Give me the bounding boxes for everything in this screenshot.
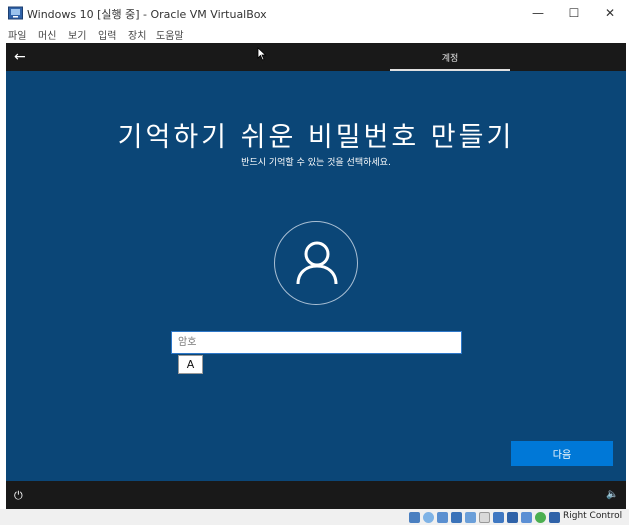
menu-machine[interactable]: 머신 (38, 27, 56, 42)
password-input[interactable] (171, 331, 462, 354)
oobe-bottom-bar: ⏻ 🔈 (6, 481, 626, 509)
menu-devices[interactable]: 장치 (128, 27, 146, 42)
volume-icon[interactable]: 🔈 (606, 489, 618, 500)
oobe-panel: 기억하기 쉬운 비밀번호 만들기 반드시 기억할 수 있는 것을 선택하세요. … (6, 71, 626, 481)
next-button[interactable]: 다음 (511, 441, 613, 466)
close-button[interactable]: ✕ (592, 0, 628, 26)
avatar (274, 221, 358, 305)
menu-file[interactable]: 파일 (8, 27, 26, 42)
page-subtitle: 반드시 기억할 수 있는 것을 선택하세요. (241, 158, 391, 168)
optical-drive-icon[interactable] (423, 512, 434, 523)
ime-mode-indicator[interactable]: A (178, 355, 203, 374)
virtualbox-app-icon (8, 6, 23, 20)
menu-input[interactable]: 입력 (98, 27, 116, 42)
menu-view[interactable]: 보기 (68, 27, 86, 42)
user-icon (296, 241, 338, 285)
host-key-label: Right Control (563, 511, 623, 521)
shared-folder-icon[interactable] (479, 512, 490, 523)
oobe-top-bar: ← 계정 (6, 43, 626, 71)
window-title: Windows 10 [실행 중] - Oracle VM VirtualBox (27, 8, 267, 21)
hard-disk-icon[interactable] (409, 512, 420, 523)
back-arrow-icon[interactable]: ← (14, 49, 26, 65)
usb-icon[interactable] (465, 512, 476, 523)
power-icon[interactable]: ⏻ (14, 489, 23, 503)
mouse-cursor-icon (257, 47, 267, 61)
network-icon[interactable] (451, 512, 462, 523)
virtualbox-window: Windows 10 [실행 중] - Oracle VM VirtualBox… (0, 0, 629, 525)
minimize-button[interactable]: — (520, 0, 556, 26)
tab-account: 계정 (441, 53, 459, 64)
menu-bar: 파일 머신 보기 입력 장치 도움말 (0, 26, 629, 42)
menu-help[interactable]: 도움말 (156, 27, 184, 42)
maximize-button[interactable]: ☐ (556, 0, 592, 26)
audio-icon[interactable] (437, 512, 448, 523)
title-bar[interactable]: Windows 10 [실행 중] - Oracle VM VirtualBox… (0, 0, 629, 26)
display-icon[interactable] (493, 512, 504, 523)
page-title: 기억하기 쉬운 비밀번호 만들기 (117, 122, 515, 153)
mouse-integration-icon[interactable] (535, 512, 546, 523)
status-bar: Right Control (0, 509, 629, 525)
virtualization-icon[interactable] (521, 512, 532, 523)
keyboard-capture-icon[interactable] (549, 512, 560, 523)
video-capture-icon[interactable] (507, 512, 518, 523)
